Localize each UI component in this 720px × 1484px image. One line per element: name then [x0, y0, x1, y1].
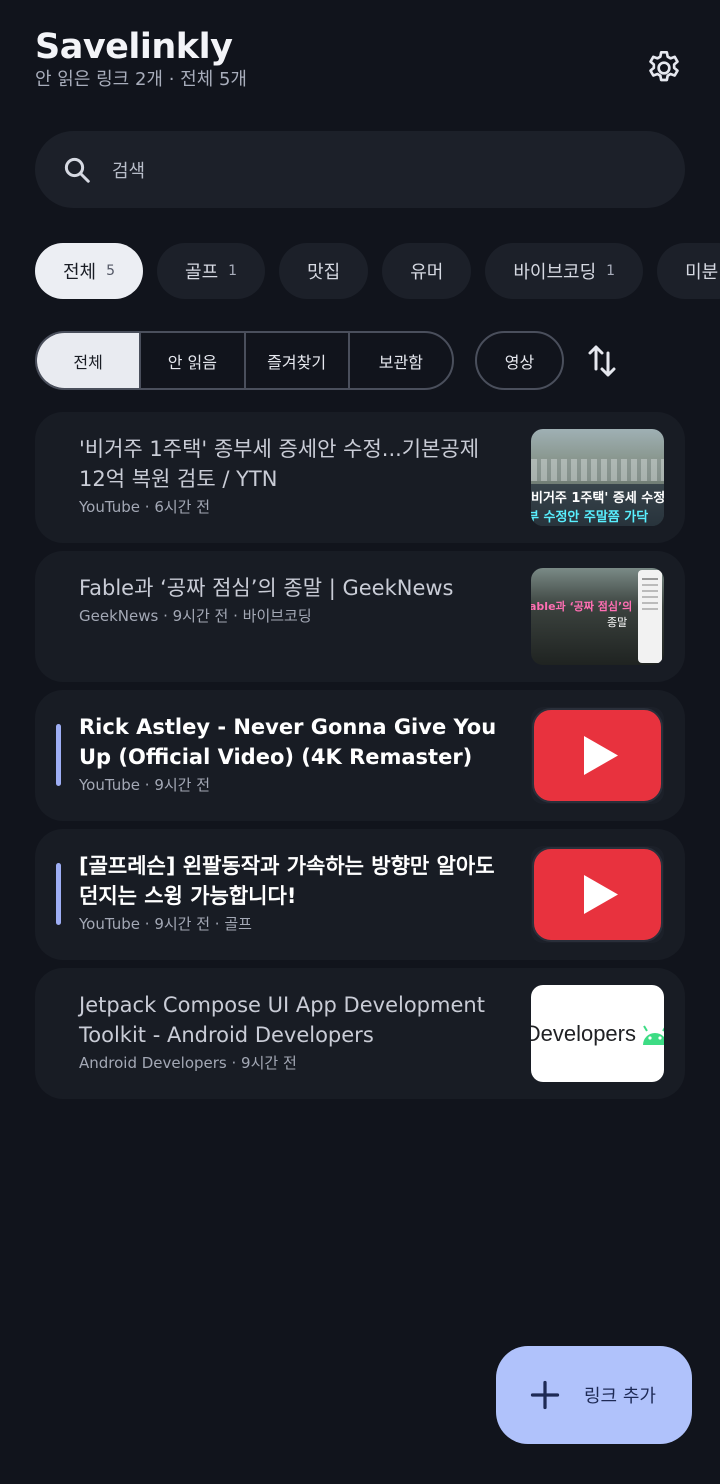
- category-chip-label: 바이브코딩: [513, 262, 597, 283]
- link-meta: YouTube · 9시간 전: [79, 774, 509, 795]
- app-title: Savelinkly: [35, 27, 233, 67]
- settings-button[interactable]: [644, 48, 684, 88]
- category-chip-count: 1: [606, 263, 616, 279]
- meta-separator: ·: [210, 915, 225, 933]
- category-chip[interactable]: 미분: [657, 243, 720, 299]
- link-source: YouTube: [79, 776, 140, 794]
- category-chip-count: 5: [106, 263, 116, 279]
- plus-icon: [530, 1380, 560, 1410]
- link-category: 골프: [224, 915, 252, 933]
- filter-option[interactable]: 전체: [37, 333, 140, 388]
- filter-segmented-control: 전체 안 읽음 즐겨찾기 보관함: [35, 331, 454, 390]
- link-thumbnail: Developers: [531, 985, 664, 1082]
- filter-option[interactable]: 보관함: [347, 333, 452, 388]
- link-summary: 안 읽은 링크 2개 · 전체 5개: [35, 69, 247, 90]
- link-title: Jetpack Compose UI App Development Toolk…: [79, 993, 485, 1047]
- link-thumbnail: able과 ‘공짜 점심’의종말: [531, 568, 664, 665]
- link-card[interactable]: '비거주 1주택' 종부세 증세안 수정...기본공제 12억 복원 검토 / …: [35, 412, 685, 543]
- android-robot-icon: [643, 1024, 664, 1045]
- category-chip-count: 1: [228, 263, 238, 279]
- link-card[interactable]: Jetpack Compose UI App Development Toolk…: [35, 968, 685, 1099]
- unread-indicator: [56, 724, 61, 786]
- video-filter-chip[interactable]: 영상: [475, 331, 564, 390]
- search-placeholder: 검색: [112, 160, 146, 182]
- meta-separator: ·: [226, 1054, 242, 1072]
- link-meta: GeekNews · 9시간 전 · 바이브코딩: [79, 605, 509, 626]
- thumbnail-caption: '비거주 1주택' 증세 수정: [531, 491, 664, 506]
- meta-separator: ·: [140, 776, 155, 794]
- link-thumbnail: [531, 846, 664, 943]
- add-link-button[interactable]: 링크 추가: [496, 1346, 692, 1444]
- add-link-label: 링크 추가: [584, 1386, 656, 1407]
- link-title: Fable과 ‘공짜 점심’의 종말 | GeekNews: [79, 576, 454, 600]
- category-chip[interactable]: 바이브코딩 1: [485, 243, 644, 299]
- sort-icon: [588, 345, 616, 377]
- link-card[interactable]: [골프레슨] 왼팔동작과 가속하는 방향만 알아도 던지는 스윙 가능합니다! Y…: [35, 829, 685, 960]
- link-time: 9시간 전: [154, 915, 211, 933]
- link-meta: YouTube · 9시간 전 · 골프: [79, 913, 509, 934]
- link-time: 9시간 전: [241, 1054, 297, 1072]
- link-source: YouTube: [79, 915, 140, 933]
- link-thumbnail: [531, 707, 664, 804]
- category-chip[interactable]: 유머: [382, 243, 472, 299]
- link-source: YouTube: [79, 498, 140, 516]
- link-meta: YouTube · 6시간 전: [79, 496, 509, 517]
- gear-icon: [649, 51, 679, 82]
- category-chip[interactable]: 맛집: [279, 243, 369, 299]
- category-chip[interactable]: 전체 5: [35, 243, 144, 299]
- unread-indicator: [56, 863, 61, 925]
- youtube-play-icon: [532, 708, 663, 803]
- category-chip[interactable]: 골프 1: [157, 243, 266, 299]
- link-title: Rick Astley - Never Gonna Give You Up (O…: [79, 715, 497, 769]
- search-icon: [64, 157, 90, 183]
- link-time: 9시간 전: [172, 607, 229, 625]
- filter-option[interactable]: 안 읽음: [139, 333, 243, 388]
- link-source: Android Developers: [79, 1054, 227, 1072]
- category-chip-label: 유머: [410, 262, 444, 283]
- category-chips: 전체 5 골프 1 맛집 유머 바이브코딩 1 미분: [35, 243, 720, 299]
- meta-separator: ·: [228, 607, 243, 625]
- link-meta: Android Developers · 9시간 전: [79, 1052, 509, 1073]
- link-thumbnail: '비거주 1주택' 증세 수정부 수정안 주말쯤 가닥: [531, 429, 664, 526]
- link-title: [골프레슨] 왼팔동작과 가속하는 방향만 알아도 던지는 스윙 가능합니다!: [79, 854, 495, 908]
- link-card[interactable]: Rick Astley - Never Gonna Give You Up (O…: [35, 690, 685, 821]
- link-time: 6시간 전: [154, 498, 211, 516]
- meta-separator: ·: [158, 607, 173, 625]
- link-time: 9시간 전: [154, 776, 211, 794]
- app-header: Savelinkly 안 읽은 링크 2개 · 전체 5개: [35, 26, 247, 92]
- link-title: '비거주 1주택' 종부세 증세안 수정...기본공제 12억 복원 검토 / …: [79, 437, 480, 491]
- thumbnail-caption: Developers: [531, 1020, 636, 1046]
- link-source: GeekNews: [79, 607, 159, 625]
- meta-separator: ·: [140, 498, 155, 516]
- link-category: 바이브코딩: [242, 607, 312, 625]
- sort-button[interactable]: [587, 343, 617, 379]
- thumbnail-caption: able과 ‘공짜 점심’의: [531, 600, 633, 613]
- meta-separator: ·: [140, 915, 155, 933]
- category-chip-label: 맛집: [307, 262, 341, 283]
- thumbnail-caption: 종말: [607, 616, 628, 629]
- filter-option[interactable]: 즐겨찾기: [243, 333, 348, 388]
- thumbnail-caption: 부 수정안 주말쯤 가닥: [531, 510, 649, 525]
- category-chip-label: 골프: [185, 262, 219, 283]
- category-chip-label: 전체: [63, 262, 97, 283]
- youtube-play-icon: [532, 847, 663, 942]
- category-chip-label: 미분: [685, 262, 719, 283]
- link-card[interactable]: Fable과 ‘공짜 점심’의 종말 | GeekNews GeekNews · …: [35, 551, 685, 682]
- search-field[interactable]: 검색: [35, 131, 685, 208]
